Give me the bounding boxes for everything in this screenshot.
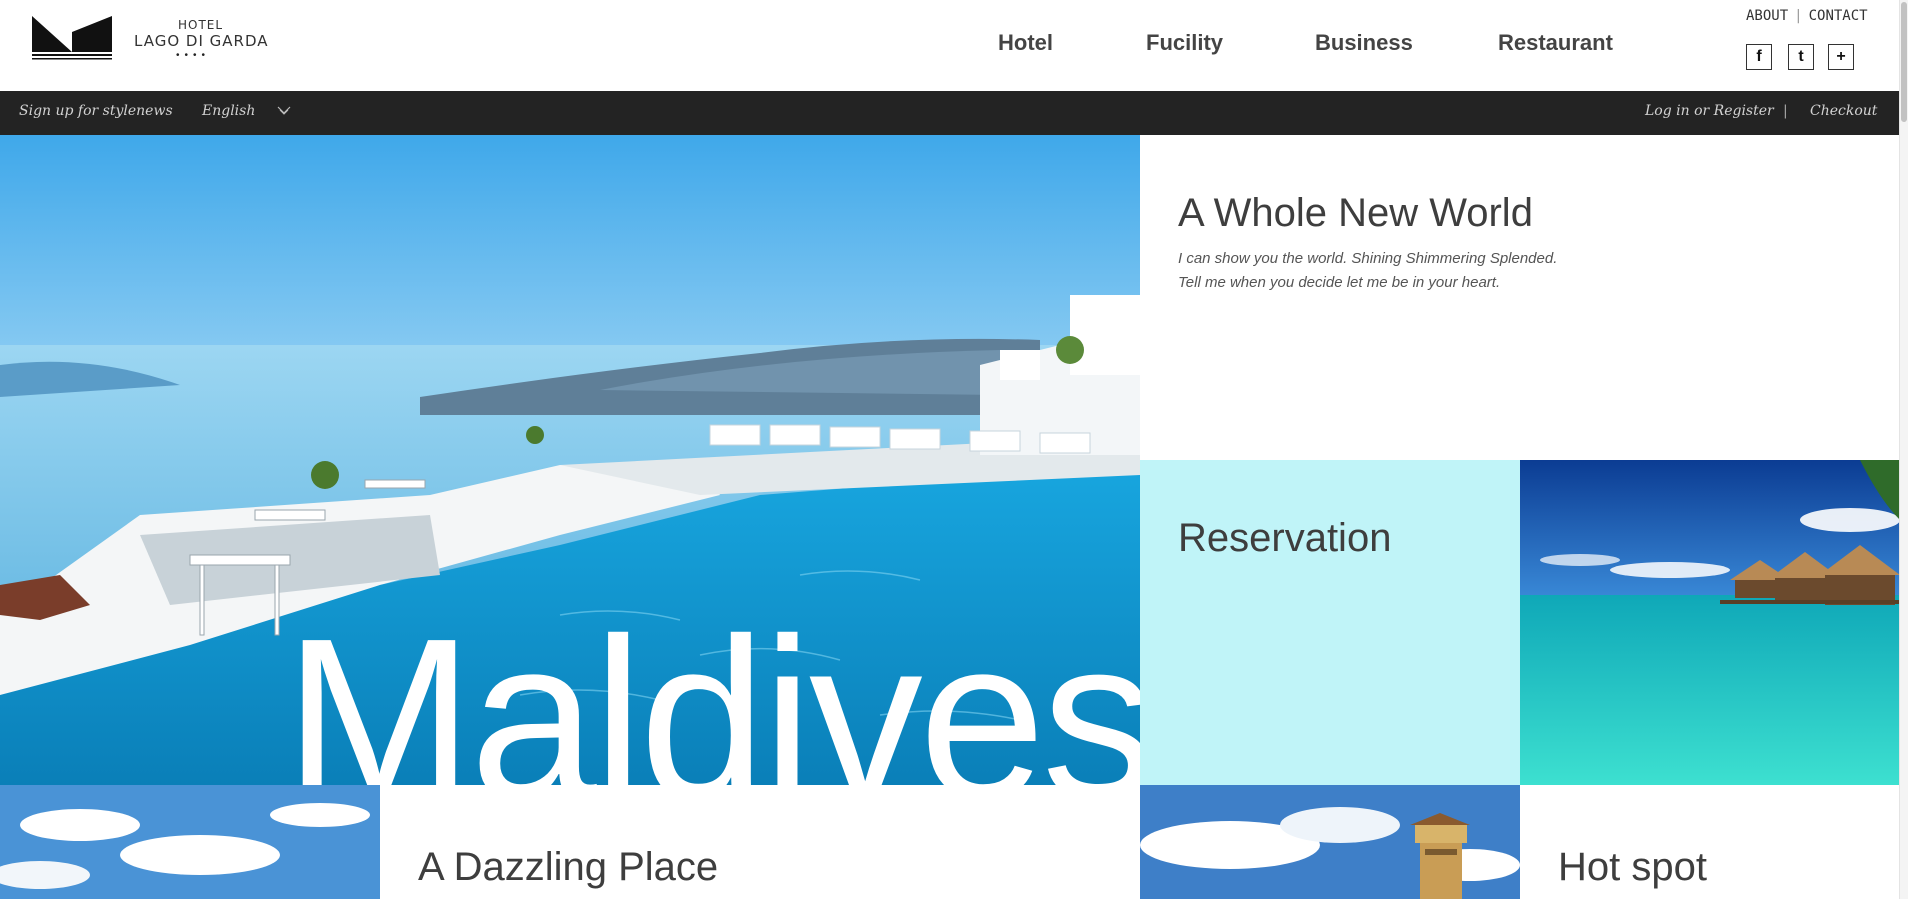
feature-line-2: Tell me when you decide let me be in you… — [1178, 274, 1501, 291]
utility-bar: Sign up for stylenews English Log in or … — [0, 91, 1900, 135]
hotspot-panel: Hot spot — [1520, 785, 1900, 899]
twitter-icon[interactable]: t — [1788, 44, 1814, 70]
scrollbar-thumb[interactable] — [1901, 2, 1907, 122]
top-links: ABOUT | CONTACT — [1746, 8, 1868, 24]
bar-separator: | — [1783, 103, 1788, 119]
plus-glyph: + — [1836, 48, 1846, 65]
hotspot-title[interactable]: Hot spot — [1558, 845, 1707, 890]
lagoon-image — [1520, 460, 1900, 785]
login-register-link[interactable]: Log in or Register — [1645, 103, 1774, 119]
nav-item-restaurant[interactable]: Restaurant — [1498, 30, 1613, 56]
tower-photo[interactable] — [1140, 785, 1520, 899]
sky-photo-left[interactable] — [0, 785, 380, 899]
language-select[interactable]: English — [202, 103, 255, 119]
contact-link[interactable]: CONTACT — [1809, 8, 1868, 24]
chevron-down-icon[interactable] — [276, 105, 292, 117]
facebook-icon[interactable]: f — [1746, 44, 1772, 70]
logo-name-text: LAGO DI GARDA — [134, 32, 269, 50]
scrollbar[interactable] — [1899, 0, 1908, 899]
dazzle-title[interactable]: A Dazzling Place — [418, 845, 718, 890]
feature-title[interactable]: A Whole New World — [1178, 191, 1533, 236]
logo-hotel-text: HOTEL — [178, 18, 224, 32]
logo-mark-icon — [32, 16, 112, 60]
tower-image — [1140, 785, 1520, 899]
checkout-link[interactable]: Checkout — [1810, 103, 1877, 119]
nav-item-fucility[interactable]: Fucility — [1146, 30, 1223, 56]
header: HOTEL LAGO DI GARDA •••• Hotel Fucility … — [0, 0, 1900, 91]
nav-item-hotel[interactable]: Hotel — [998, 30, 1053, 56]
nav-item-business[interactable]: Business — [1315, 30, 1413, 56]
sky-image-left — [0, 785, 380, 899]
plus-icon[interactable]: + — [1828, 44, 1854, 70]
reservation-panel[interactable]: Reservation — [1140, 460, 1520, 785]
feature-line-1: I can show you the world. Shining Shimme… — [1178, 250, 1558, 267]
reservation-title: Reservation — [1178, 516, 1392, 560]
about-link[interactable]: ABOUT — [1746, 8, 1788, 24]
hero-title: Maldives — [284, 592, 1140, 785]
dazzle-panel: A Dazzling Place — [380, 785, 1140, 899]
feature-panel: A Whole New World I can show you the wor… — [1140, 135, 1900, 460]
lagoon-photo[interactable] — [1520, 460, 1900, 785]
logo-stars: •••• — [176, 50, 211, 61]
twitter-glyph: t — [1798, 48, 1804, 65]
facebook-glyph: f — [1756, 48, 1762, 65]
top-links-separator: | — [1794, 8, 1803, 24]
hero-image[interactable]: Maldives — [0, 135, 1140, 785]
hotel-logo[interactable]: HOTEL LAGO DI GARDA •••• — [32, 14, 272, 64]
page: HOTEL LAGO DI GARDA •••• Hotel Fucility … — [0, 0, 1900, 899]
signup-link[interactable]: Sign up for stylenews — [19, 103, 173, 119]
